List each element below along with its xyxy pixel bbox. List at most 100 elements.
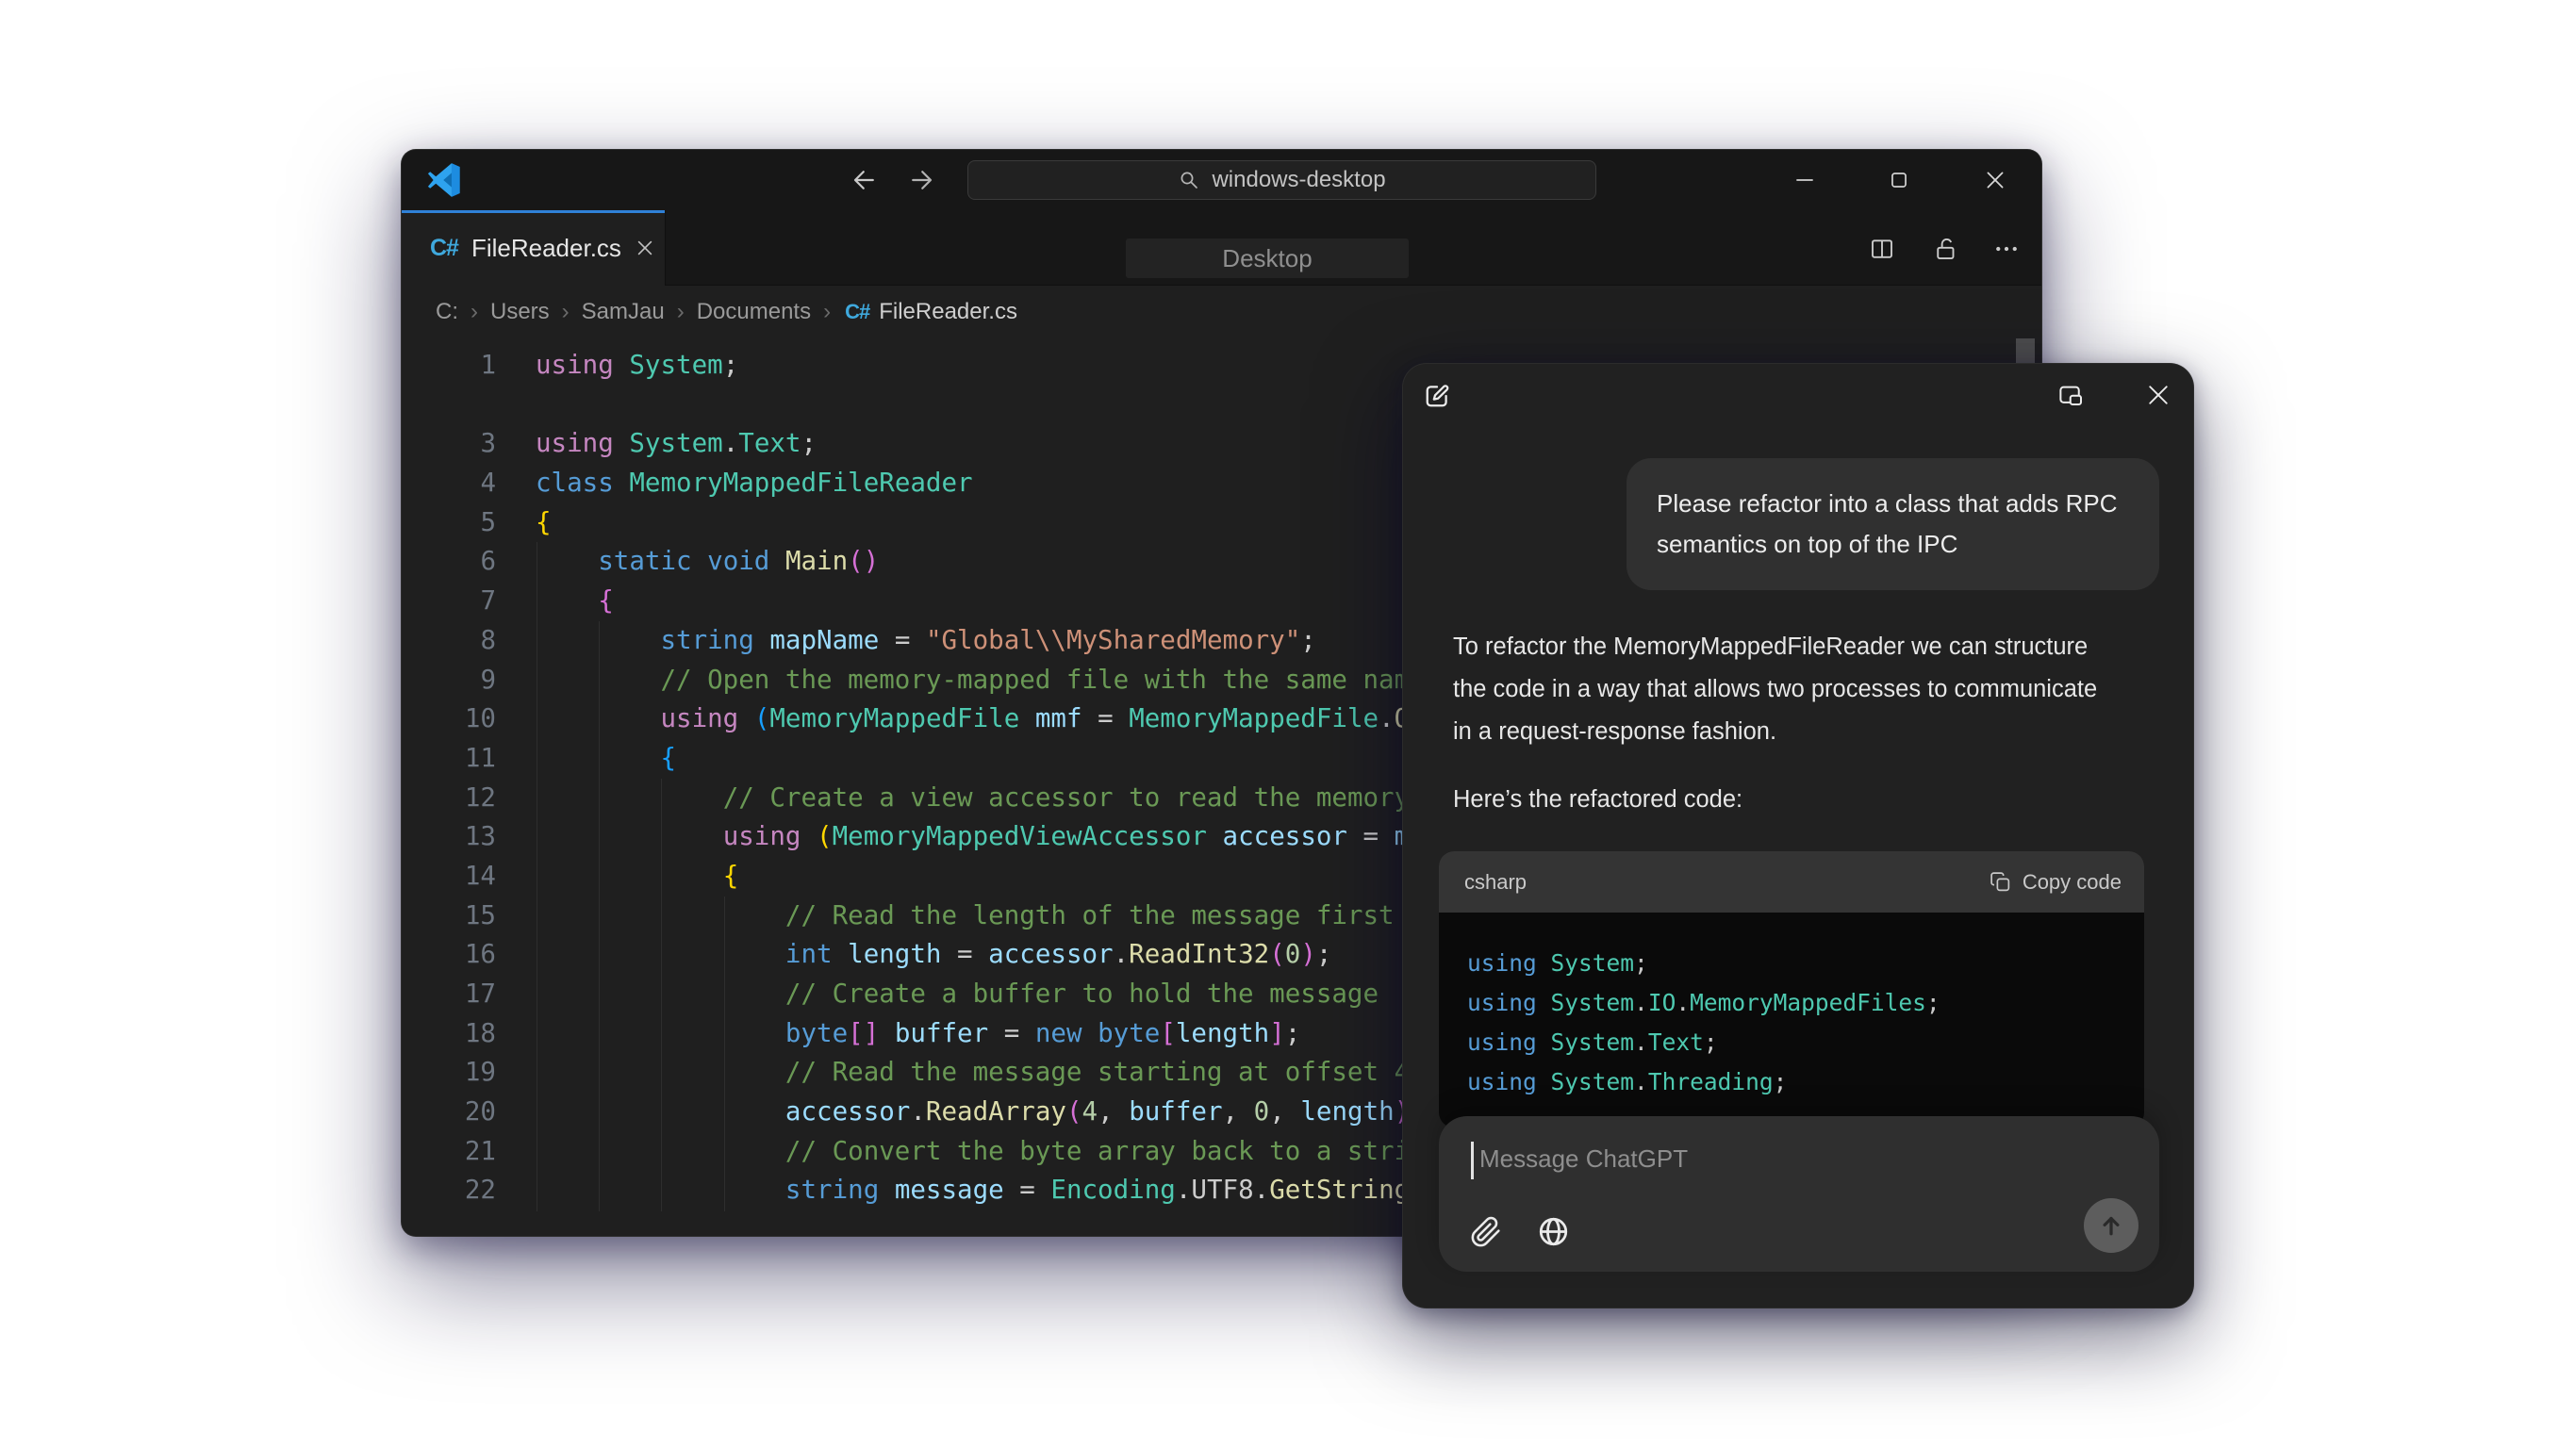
line-number: 7 [402, 582, 496, 621]
command-center-search[interactable]: windows-desktop [967, 160, 1596, 200]
minimize-button[interactable] [1786, 164, 1824, 196]
code-token: class [536, 468, 614, 498]
assistant-response: To refactor the MemoryMappedFileReader w… [1453, 626, 2113, 821]
tab-close-icon[interactable] [635, 238, 655, 258]
breadcrumb-item[interactable]: C: [436, 299, 458, 325]
code-token: ReadInt32 [1129, 939, 1269, 969]
code-token: [] [848, 1018, 879, 1048]
code-token: MemoryMappedFile [1129, 703, 1379, 733]
code-token: byte [785, 1018, 848, 1048]
code-token: "Global\\MySharedMemory" [926, 625, 1300, 655]
code-token: . [1676, 989, 1690, 1016]
code-token: () [848, 546, 879, 576]
tab-label: FileReader.cs [471, 234, 621, 263]
desktop-background: windows-desktop C# FileReader.cs Desktop [0, 0, 2576, 1448]
line-number: 14 [402, 857, 496, 897]
web-search-globe-icon[interactable] [1531, 1209, 1575, 1253]
code-token [536, 1136, 785, 1166]
popout-window-icon[interactable] [2054, 379, 2088, 413]
breadcrumb-items: C:›Users›SamJau›Documents› [436, 299, 843, 325]
code-token [536, 1057, 785, 1087]
user-message-bubble: Please refactor into a class that adds R… [1627, 458, 2159, 590]
chat-code-line: using System.Text; [1467, 1023, 2116, 1062]
more-actions-icon[interactable] [1990, 233, 2023, 265]
chat-code-block: csharp Copy code using System;using Syst… [1439, 851, 2144, 1127]
code-token: ) [1300, 939, 1316, 969]
code-token: // Create a view accessor to read the me… [723, 782, 1410, 813]
forward-arrow-icon[interactable] [905, 165, 937, 195]
copy-code-button[interactable]: Copy code [1989, 870, 2122, 895]
code-token: length [848, 939, 941, 969]
code-token: ; [723, 350, 739, 380]
code-token: using [660, 703, 738, 733]
code-token: ; [1704, 1028, 1718, 1056]
code-token: , [1269, 1096, 1300, 1127]
code-token: message [895, 1175, 1004, 1205]
code-token: accessor [1223, 821, 1347, 851]
line-number: 17 [402, 975, 496, 1014]
code-token [536, 665, 660, 695]
code-token [801, 821, 817, 851]
maximize-button[interactable] [1880, 164, 1918, 196]
code-token: = [1082, 703, 1130, 733]
code-token: GetString [1269, 1175, 1410, 1205]
editor-gutter: 1345678910111213141516171819202122 [402, 346, 496, 1210]
code-token: ; [1300, 625, 1316, 655]
code-token: 0 [1285, 939, 1301, 969]
code-token: accessor [785, 1096, 910, 1127]
code-token [536, 1175, 785, 1205]
breadcrumb-item[interactable]: SamJau [582, 299, 665, 325]
code-token: System [1551, 989, 1635, 1016]
code-token: length [1300, 1096, 1394, 1127]
code-token: buffer [895, 1018, 988, 1048]
code-token [1537, 1068, 1551, 1095]
line-number: 16 [402, 935, 496, 975]
code-token [536, 821, 723, 851]
copy-icon [1989, 870, 2012, 894]
unlock-icon[interactable] [1929, 233, 1963, 265]
code-token: // Create a buffer to hold the message [785, 979, 1379, 1009]
code-token: System [629, 350, 722, 380]
search-text: windows-desktop [1212, 167, 1385, 193]
code-token: using [1467, 949, 1537, 977]
code-token: static [598, 546, 691, 576]
code-token: Text [1648, 1028, 1704, 1056]
code-token [614, 468, 630, 498]
code-token: ; [1634, 949, 1648, 977]
breadcrumb-file[interactable]: FileReader.cs [879, 299, 1017, 325]
attach-paperclip-icon[interactable] [1465, 1211, 1507, 1253]
close-window-button[interactable] [1976, 164, 2014, 196]
close-panel-icon[interactable] [2140, 377, 2176, 413]
code-token [536, 1018, 785, 1048]
chat-composer[interactable]: Message ChatGPT [1439, 1116, 2159, 1272]
code-token: using [1467, 989, 1537, 1016]
send-button[interactable] [2084, 1198, 2138, 1253]
code-token: MemoryMappedFileReader [629, 468, 972, 498]
code-token: ( [754, 703, 770, 733]
line-number: 22 [402, 1171, 496, 1210]
code-token [536, 703, 660, 733]
code-token: . [1634, 989, 1648, 1016]
code-token: = [1347, 821, 1395, 851]
code-token [536, 900, 785, 930]
send-arrow-icon [2097, 1211, 2125, 1240]
tab-filereader[interactable]: C# FileReader.cs [402, 210, 666, 286]
code-token [769, 546, 785, 576]
back-arrow-icon[interactable] [849, 165, 881, 195]
split-editor-icon[interactable] [1865, 233, 1899, 265]
chat-code-lines: using System;using System.IO.MemoryMappe… [1439, 913, 2144, 1127]
breadcrumb-item[interactable]: Documents [697, 299, 811, 325]
code-token: [ [1160, 1018, 1176, 1048]
code-token: ( [817, 821, 833, 851]
breadcrumb-item[interactable]: Users [490, 299, 550, 325]
code-token: buffer [1129, 1096, 1222, 1127]
code-token: mmf [1035, 703, 1082, 733]
code-token [879, 1175, 895, 1205]
new-chat-compose-icon[interactable] [1418, 377, 1456, 415]
code-token: Threading [1648, 1068, 1774, 1095]
code-token: string [785, 1175, 879, 1205]
code-token: . [1114, 939, 1130, 969]
chat-code-line: using System; [1467, 944, 2116, 983]
code-token [1537, 949, 1551, 977]
code-token: System [1551, 949, 1635, 977]
